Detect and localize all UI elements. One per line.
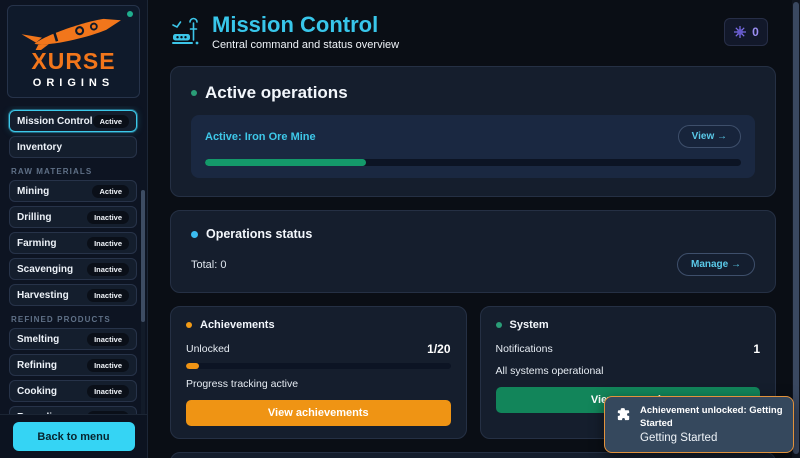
sidebar-item-label: Farming	[17, 237, 57, 249]
status-badge: Inactive	[87, 288, 129, 302]
status-badge: Inactive	[87, 262, 129, 276]
active-operation-label: Active: Iron Ore Mine	[205, 130, 316, 143]
toast-subtitle: Getting Started	[640, 432, 718, 444]
view-achievements-button[interactable]: View achievements	[186, 400, 451, 426]
card-title: System	[509, 319, 549, 331]
sidebar-item-inventory[interactable]: Inventory	[9, 136, 137, 158]
logo-title: XURSE	[31, 48, 116, 74]
sidebar-item-farming[interactable]: Farming Inactive	[9, 232, 137, 254]
sidebar-item-label: Inventory	[17, 141, 63, 153]
page-title: Mission Control	[212, 11, 379, 37]
sidebar-item-cooking[interactable]: Cooking Inactive	[9, 380, 137, 402]
back-to-menu-button[interactable]: Back to menu	[12, 422, 135, 451]
card-dot	[191, 90, 197, 96]
active-operation-panel: Active: Iron Ore Mine View →	[191, 115, 755, 178]
sidebar-item-label: Refining	[17, 359, 57, 371]
view-button[interactable]: View →	[677, 125, 741, 148]
operations-status-card: Operations status Total: 0 Manage →	[170, 210, 776, 293]
section-label-refined-products: REFINED PRODUCTS	[11, 315, 111, 324]
operation-progress-fill	[205, 159, 366, 166]
sidebar-item-label: Mining	[17, 185, 50, 197]
achievements-status: Progress tracking active	[186, 378, 299, 390]
achievements-progress-track	[186, 363, 451, 369]
card-title: Active operations	[205, 83, 348, 102]
status-badge: Inactive	[87, 358, 129, 372]
main-header: Mission Control Central command and stat…	[170, 10, 776, 54]
card-title: Achievements	[200, 319, 275, 331]
status-badge: Active	[92, 114, 130, 128]
sidebar-item-refining[interactable]: Refining Inactive	[9, 354, 137, 376]
main-content: Mission Control Central command and stat…	[148, 0, 792, 458]
sidebar-item-label: Mission Control	[17, 115, 93, 127]
status-badge: Active	[92, 184, 129, 198]
logo: XURSE ORIGINS	[7, 5, 140, 98]
card-title: Operations status	[206, 227, 313, 241]
notifications-count: 1	[753, 342, 760, 356]
sidebar-item-scavenging[interactable]: Scavenging Inactive	[9, 258, 137, 280]
sidebar-item-mission-control[interactable]: Mission Control Active	[9, 110, 137, 132]
page-subtitle: Central command and status overview	[212, 39, 400, 52]
sidebar-item-label: Drilling	[17, 211, 52, 223]
sidebar-item-harvesting[interactable]: Harvesting Inactive	[9, 284, 137, 306]
counter-value: 0	[752, 25, 759, 39]
logo-subtitle: ORIGINS	[32, 77, 115, 89]
sidebar-nav: Mission Control Active Inventory RAW MAT…	[0, 106, 147, 431]
sidebar-item-mining[interactable]: Mining Active	[9, 180, 137, 202]
manage-button[interactable]: Manage →	[676, 253, 755, 276]
puzzle-piece-icon	[617, 408, 630, 421]
status-badge: Inactive	[87, 236, 129, 250]
sidebar-item-drilling[interactable]: Drilling Inactive	[9, 206, 137, 228]
rocket-icon	[21, 18, 121, 50]
sidebar-item-label: Harvesting	[17, 289, 69, 301]
page-scrollbar[interactable]	[792, 0, 800, 458]
achievements-card: Achievements Unlocked 1/20 Progress trac…	[170, 306, 467, 439]
active-operations-card: Active operations Active: Iron Ore Mine …	[170, 66, 776, 197]
counter-badge[interactable]: 0	[724, 18, 768, 46]
achievement-toast: Achievement unlocked: Getting Started Ge…	[604, 396, 794, 453]
status-badge: Inactive	[87, 332, 129, 346]
status-dot	[127, 11, 133, 17]
research-points-icon	[734, 26, 747, 38]
sidebar: XURSE ORIGINS Mission Control Active Inv…	[0, 0, 148, 458]
sidebar-scrollbar[interactable]	[141, 190, 145, 431]
card-dot	[186, 322, 192, 328]
operation-progress-track	[205, 159, 741, 166]
section-label-raw-materials: RAW MATERIALS	[11, 167, 93, 176]
sidebar-footer: Back to menu	[0, 414, 147, 458]
status-badge: Inactive	[87, 210, 129, 224]
system-status: All systems operational	[495, 365, 604, 377]
sidebar-item-label: Cooking	[17, 385, 57, 397]
card-dot	[495, 322, 502, 328]
sidebar-item-smelting[interactable]: Smelting Inactive	[9, 328, 137, 350]
unlocked-count: 1/20	[427, 342, 451, 356]
toast-title: Achievement unlocked: Getting Started	[640, 405, 783, 429]
status-badge: Inactive	[87, 384, 129, 398]
card-dot	[191, 230, 198, 238]
total-label: Total: 0	[191, 258, 227, 271]
notifications-label: Notifications	[495, 343, 553, 355]
achievements-progress-fill	[186, 363, 200, 369]
mission-control-icon	[172, 17, 199, 45]
sidebar-item-label: Scavenging	[17, 263, 74, 275]
page-scrollbar-thumb[interactable]	[793, 2, 799, 454]
sidebar-item-label: Smelting	[17, 333, 60, 345]
sidebar-scrollbar-thumb[interactable]	[141, 190, 145, 322]
unlocked-label: Unlocked	[186, 343, 230, 355]
